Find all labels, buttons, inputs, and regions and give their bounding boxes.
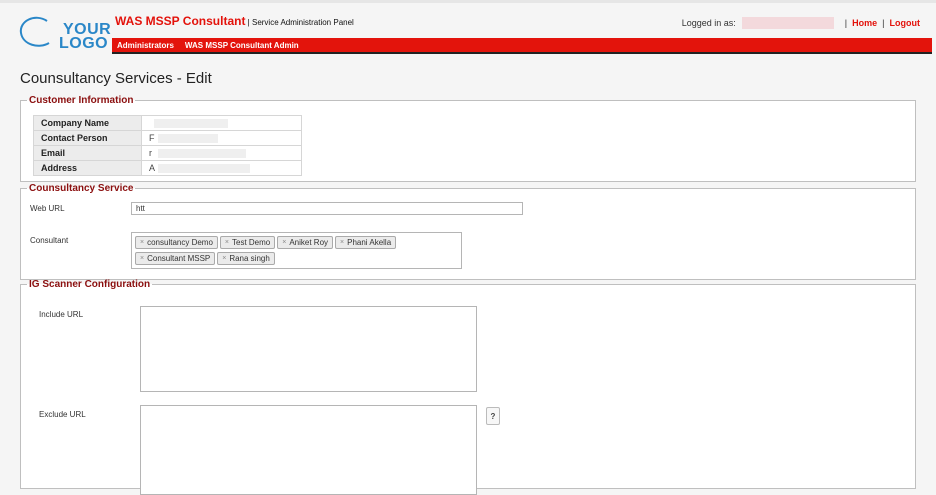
remove-tag-icon[interactable]: × [140, 255, 144, 262]
include-url-label: Include URL [39, 310, 84, 319]
page-title: Counsultancy Services - Edit [20, 70, 212, 87]
consultancy-service-section: Counsultancy Service Web URL Consultant … [20, 183, 916, 280]
exclude-url-help-button[interactable]: ? [486, 407, 500, 425]
exclude-url-textarea[interactable] [140, 405, 477, 495]
consultant-tag-label: Aniket Roy [289, 238, 329, 247]
app-subtitle: Service Administration Panel [251, 18, 354, 27]
user-bar: Logged in as: | Home | Logout [682, 17, 920, 29]
remove-tag-icon[interactable]: × [140, 239, 144, 246]
nav-item-administrators[interactable]: Administrators [117, 41, 174, 50]
contact-person-value: F [141, 130, 302, 146]
userbar-separator: | [882, 18, 885, 28]
table-row: Address A [33, 160, 302, 176]
consultant-tag-label: Phani Akella [347, 238, 392, 247]
userbar-separator: | [844, 18, 848, 28]
logo: YOUR LOGO [19, 16, 111, 52]
table-row: Company Name [33, 115, 302, 131]
table-row: Contact Person F [33, 130, 302, 146]
remove-tag-icon[interactable]: × [222, 255, 226, 262]
company-name-label: Company Name [33, 115, 142, 131]
consultancy-service-legend: Counsultancy Service [29, 183, 134, 194]
logged-in-label: Logged in as: [681, 18, 736, 28]
remove-tag-icon[interactable]: × [282, 239, 286, 246]
email-label: Email [33, 145, 142, 161]
customer-info-legend: Customer Information [29, 95, 134, 106]
customer-info-section: Customer Information Company Name Contac… [20, 95, 916, 182]
email-value: r [141, 145, 302, 161]
main-nav: Administrators WAS MSSP Consultant Admin [112, 38, 932, 54]
company-name-value [141, 115, 302, 131]
consultant-multiselect[interactable]: × consultancy Demo × Test Demo × Aniket Roy… [131, 232, 462, 269]
consultant-tag-label: Consultant MSSP [147, 254, 211, 263]
consultant-tag-label: Rana singh [229, 254, 270, 263]
username-redacted [741, 17, 834, 29]
consultant-tag[interactable]: × Phani Akella [335, 236, 397, 249]
consultant-tag-label: consultancy Demo [147, 238, 213, 247]
redacted-text [158, 134, 218, 143]
consultant-tag[interactable]: × Aniket Roy [277, 236, 334, 249]
remove-tag-icon[interactable]: × [340, 239, 344, 246]
remove-tag-icon[interactable]: × [225, 239, 229, 246]
consultant-tag[interactable]: × Consultant MSSP [135, 252, 216, 265]
redacted-text [158, 149, 246, 158]
home-link[interactable]: Home [852, 18, 877, 28]
table-row: Email r [33, 145, 302, 161]
nav-item-consultant-admin[interactable]: WAS MSSP Consultant Admin [185, 41, 299, 50]
consultant-tag[interactable]: × Test Demo [219, 236, 276, 249]
top-divider [0, 0, 936, 3]
contact-person-label: Contact Person [33, 130, 142, 146]
customer-info-table: Company Name Contact Person F Email r Ad… [33, 115, 302, 176]
scanner-config-legend: IG Scanner Configuration [29, 279, 151, 290]
logo-swoosh-icon [19, 16, 50, 47]
app-name: WAS MSSP Consultant [115, 14, 246, 28]
app-heading: WAS MSSP Consultant | Service Administra… [115, 14, 354, 28]
exclude-url-label: Exclude URL [39, 410, 86, 419]
web-url-input[interactable] [131, 202, 523, 215]
include-url-textarea[interactable] [140, 306, 477, 392]
consultant-tag[interactable]: × consultancy Demo [135, 236, 218, 249]
logout-link[interactable]: Logout [890, 18, 921, 28]
address-value: A [141, 160, 302, 176]
redacted-text [154, 119, 228, 128]
consultant-tag-label: Test Demo [232, 238, 271, 247]
scanner-config-section: IG Scanner Configuration Include URL Exc… [20, 279, 916, 495]
web-url-label: Web URL [30, 204, 65, 213]
address-label: Address [33, 160, 142, 176]
consultant-tag[interactable]: × Rana singh [217, 252, 275, 265]
consultant-label: Consultant [30, 236, 69, 245]
logo-line2: LOGO [59, 35, 109, 52]
redacted-text [158, 164, 250, 173]
